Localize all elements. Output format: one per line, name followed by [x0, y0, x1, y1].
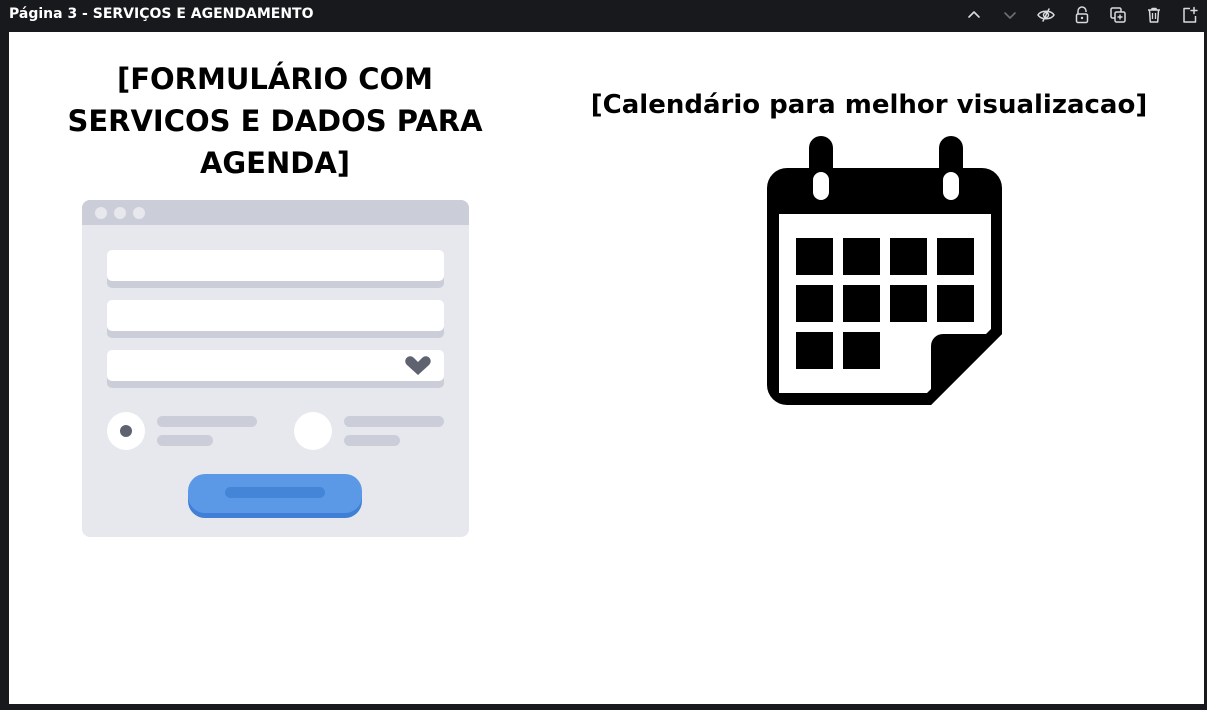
- calendar-day: [890, 238, 927, 275]
- calendar-ring-hole: [943, 172, 959, 200]
- radio-unselected: [294, 412, 332, 450]
- form-heading: [FORMULÁRIO COM SERVICOS E DADOS PARA AG…: [67, 62, 483, 180]
- lock-page-button[interactable]: [1070, 3, 1094, 27]
- label-line: [344, 435, 400, 446]
- move-page-down-button[interactable]: [998, 3, 1022, 27]
- calendar-day: [843, 332, 880, 369]
- window-dot: [95, 207, 107, 219]
- window-dot: [133, 207, 145, 219]
- add-page-icon: [1183, 6, 1198, 23]
- form-illustration: [82, 200, 469, 537]
- hide-icon: [1037, 8, 1055, 22]
- calendar-day: [937, 238, 974, 275]
- calendar-day: [843, 238, 880, 275]
- duplicate-page-button[interactable]: [1106, 3, 1130, 27]
- move-page-up-button[interactable]: [962, 3, 986, 27]
- slide-canvas[interactable]: [FORMULÁRIO COM SERVICOS E DADOS PARA AG…: [9, 32, 1204, 704]
- label-line: [157, 435, 213, 446]
- calendar-heading: [Calendário para melhor visualizacao]: [590, 90, 1148, 120]
- delete-page-button[interactable]: [1142, 3, 1166, 27]
- page-toolbar: Página 3 - SERVIÇOS E AGENDAMENTO: [0, 0, 1207, 30]
- submit-button-label-line: [225, 487, 325, 498]
- label-line: [157, 416, 257, 427]
- calendar-ring-hole: [813, 172, 829, 200]
- input-field: [107, 250, 444, 281]
- add-page-button[interactable]: [1178, 3, 1202, 27]
- trash-icon: [1148, 7, 1160, 23]
- window-dot: [114, 207, 126, 219]
- input-field: [107, 350, 444, 381]
- calendar-icon: [767, 136, 1002, 405]
- calendar-day: [796, 285, 833, 322]
- calendar-page-curl: [931, 334, 1002, 405]
- label-line: [344, 416, 444, 427]
- chevron-up-icon: [968, 11, 980, 18]
- hide-page-button[interactable]: [1034, 3, 1058, 27]
- radio-dot: [120, 425, 132, 437]
- page-title: Página 3 - SERVIÇOS E AGENDAMENTO: [9, 6, 314, 22]
- input-field: [107, 300, 444, 331]
- unlock-icon: [1075, 6, 1089, 24]
- duplicate-icon: [1110, 7, 1126, 23]
- calendar-day: [843, 285, 880, 322]
- calendar-day: [890, 285, 927, 322]
- calendar-day: [937, 285, 974, 322]
- calendar-day: [796, 332, 833, 369]
- chevron-down-icon: [1004, 12, 1016, 19]
- calendar-day: [796, 238, 833, 275]
